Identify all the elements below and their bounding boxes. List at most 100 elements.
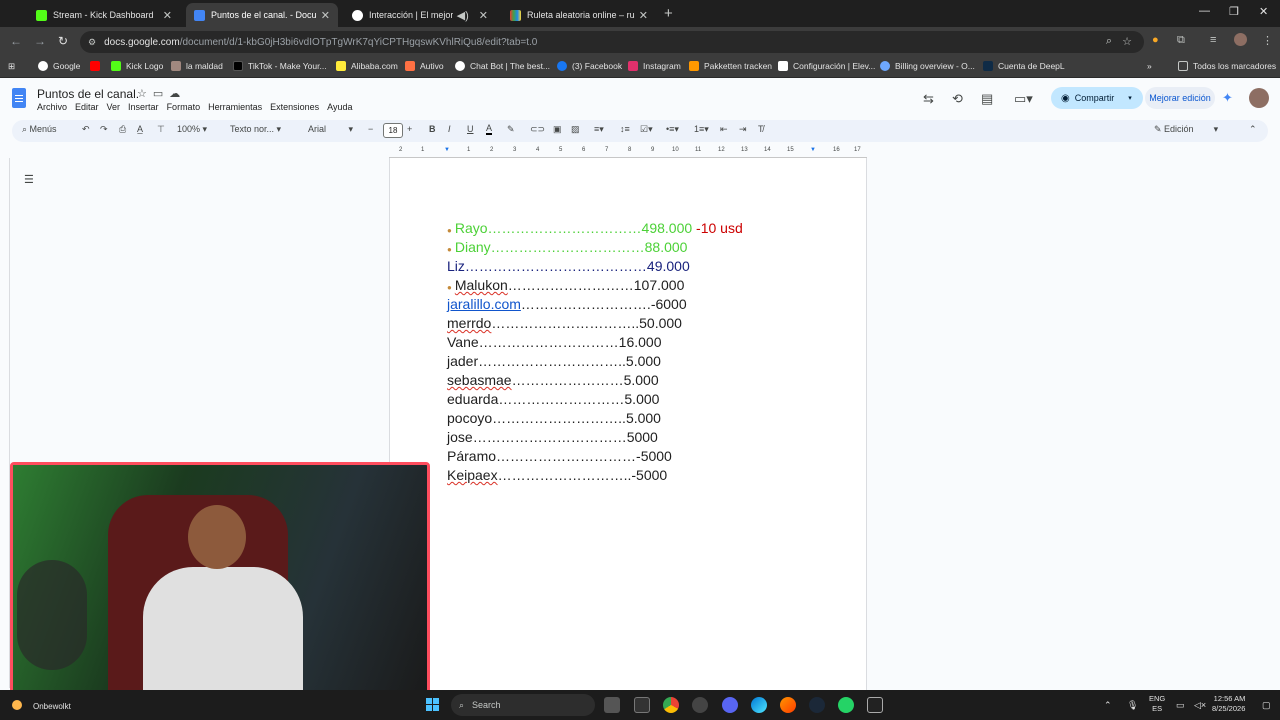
apps-icon[interactable]: ⊞ <box>8 61 15 72</box>
points-line[interactable]: pocoyo………………………..5.000 <box>447 409 661 428</box>
highlight-icon[interactable]: ✎ <box>507 124 515 135</box>
bookmark-pakketten[interactable]: Pakketten tracken <box>689 61 772 71</box>
undo-icon[interactable]: ↶ <box>82 124 90 135</box>
points-line[interactable]: ● Rayo……………………………498.000 -10 usd <box>447 219 743 238</box>
underline-icon[interactable]: U <box>467 124 474 134</box>
weather-label[interactable]: Onbewolkt <box>33 702 71 711</box>
menus-search[interactable]: ⌕ Menús <box>22 124 57 135</box>
menu-editar[interactable]: Editar <box>75 102 99 112</box>
volume-icon[interactable]: ◁× <box>1194 700 1206 711</box>
start-button[interactable] <box>426 698 440 712</box>
microphone-icon[interactable]: 🎙 <box>1127 700 1138 711</box>
bookmark-la-maldad[interactable]: la maldad <box>171 61 223 71</box>
checklist-icon[interactable]: ☑▾ <box>640 124 653 135</box>
edge-icon[interactable] <box>751 697 767 713</box>
tab-google-docs[interactable]: Puntos de el canal. - Document ✕ <box>186 3 338 27</box>
tab-search-icon[interactable]: ≡ <box>1210 34 1216 46</box>
clock[interactable]: 12:56 AM 8/25/2026 <box>1212 694 1245 714</box>
firefox-icon[interactable] <box>780 697 796 713</box>
font-select[interactable]: Arial ▾ <box>308 124 353 135</box>
bookmark-chat-bot[interactable]: Chat Bot | The best... <box>455 61 550 71</box>
points-line[interactable]: Páramo…………………………-5000 <box>447 447 672 466</box>
chevron-down-icon[interactable]: ▾ <box>1128 94 1132 102</box>
meet-icon[interactable]: ▭▾ <box>1014 91 1033 107</box>
menu-insertar[interactable]: Insertar <box>128 102 159 112</box>
bookmark-facebook[interactable]: (3) Facebook <box>557 61 622 71</box>
discord-icon[interactable] <box>722 697 738 713</box>
network-icon[interactable]: ▭ <box>1176 700 1185 711</box>
taskbar-search[interactable]: ⌕ Search <box>451 694 595 716</box>
address-bar[interactable]: ⚙ docs.google.com /document/d/1-kbG0jH3b… <box>80 31 1144 53</box>
bold-icon[interactable]: B <box>429 124 436 134</box>
more-bookmarks-icon[interactable]: » <box>1147 61 1152 71</box>
restore-icon[interactable]: ❐ <box>1229 5 1239 18</box>
menu-archivo[interactable]: Archivo <box>37 102 67 112</box>
points-line[interactable]: ● Malukon………………………107.000 <box>447 276 684 295</box>
menu-herramientas[interactable]: Herramientas <box>208 102 262 112</box>
chrome-menu-icon[interactable]: ⋮ <box>1262 34 1273 47</box>
comments-icon[interactable]: ▤ <box>981 91 993 107</box>
text-color-icon[interactable]: A <box>486 124 493 135</box>
steam-icon[interactable] <box>809 697 825 713</box>
points-line[interactable]: Vane…………………………16.000 <box>447 333 662 352</box>
site-info-icon[interactable]: ⚙ <box>88 37 96 48</box>
link-icon[interactable]: ⊂⊃ <box>530 124 545 135</box>
style-select[interactable]: Texto nor... ▾ <box>230 124 281 135</box>
minimize-icon[interactable]: — <box>1199 5 1210 17</box>
document-outline-icon[interactable]: ☰ <box>24 173 34 186</box>
points-line[interactable]: jader…………………………..5.000 <box>447 352 661 371</box>
insert-image-icon[interactable]: ▨ <box>571 124 580 135</box>
reload-icon[interactable]: ↻ <box>58 34 68 48</box>
align-icon[interactable]: ≡▾ <box>594 124 604 135</box>
user-avatar[interactable] <box>1249 88 1269 108</box>
forward-icon[interactable]: → <box>34 34 46 48</box>
app-icon[interactable] <box>692 697 708 713</box>
history-icon[interactable]: ⟲ <box>952 91 963 107</box>
obs-icon[interactable] <box>867 697 883 713</box>
horizontal-ruler[interactable]: 2 1 ▼ 1 2 3 4 5 6 7 8 9 10 11 12 13 14 1… <box>389 146 867 158</box>
app-icon[interactable] <box>634 697 650 713</box>
bookmark-autivo[interactable]: Autivo <box>405 61 444 71</box>
points-line[interactable]: Keipaex………………………..-5000 <box>447 466 667 485</box>
extensions-puzzle-icon[interactable]: ⧉ <box>1177 34 1185 47</box>
increase-font-icon[interactable]: + <box>407 124 412 134</box>
decrease-font-icon[interactable]: − <box>368 124 373 134</box>
editing-mode-select[interactable]: ✎ Edición ▾ <box>1154 124 1218 135</box>
menu-ver[interactable]: Ver <box>107 102 121 112</box>
chrome-icon[interactable] <box>663 697 679 713</box>
show-hidden-icons[interactable]: ⌃ <box>1104 700 1112 711</box>
points-line[interactable]: Liz…………………………………49.000 <box>447 257 690 276</box>
numbered-list-icon[interactable]: 1≡▾ <box>694 124 709 135</box>
bookmark-youtube[interactable] <box>90 61 105 71</box>
increase-indent-icon[interactable]: ⇥ <box>739 124 747 135</box>
extension-icon[interactable]: ● <box>1152 34 1159 46</box>
decrease-indent-icon[interactable]: ⇤ <box>720 124 728 135</box>
line-spacing-icon[interactable]: ↕≡ <box>620 124 630 134</box>
member-name[interactable]: jaralillo.com <box>447 296 521 312</box>
menu-ayuda[interactable]: Ayuda <box>327 102 352 112</box>
redo-icon[interactable]: ↷ <box>100 124 108 135</box>
menu-formato[interactable]: Formato <box>167 102 201 112</box>
gemini-icon[interactable]: ✦ <box>1222 90 1233 106</box>
font-size-input[interactable]: 18 <box>383 123 403 138</box>
new-tab-button[interactable]: + <box>664 5 673 22</box>
bookmark-kick-logo[interactable]: Kick Logo <box>111 61 163 71</box>
bookmark-tiktok[interactable]: TikTok - Make Your... <box>233 61 327 71</box>
bookmark-alibaba[interactable]: Alibaba.com <box>336 61 398 71</box>
audio-icon[interactable]: ◀) <box>457 9 469 22</box>
back-icon[interactable]: ← <box>10 34 22 48</box>
bookmark-google[interactable]: Google <box>38 61 80 71</box>
points-line[interactable]: jose……………………………5000 <box>447 428 658 447</box>
bookmark-configuracion[interactable]: Configuración | Elev... <box>778 61 875 71</box>
notifications-icon[interactable]: ▢ <box>1262 700 1271 711</box>
cloud-saved-icon[interactable]: ☁ <box>169 88 186 100</box>
document-title[interactable]: Puntos de el canal. <box>37 87 139 101</box>
language-indicator[interactable]: ENG ES <box>1149 694 1165 714</box>
indent-marker-icon[interactable]: ▼ <box>444 147 450 153</box>
close-tab-icon[interactable]: ✕ <box>163 9 172 22</box>
points-line[interactable]: jaralillo.com……………………….-6000 <box>447 295 687 314</box>
whatsapp-icon[interactable] <box>838 697 854 713</box>
task-view-icon[interactable] <box>604 697 620 713</box>
clear-format-icon[interactable]: T̸ <box>758 124 764 134</box>
improve-edition-button[interactable]: Mejorar edición <box>1145 87 1215 109</box>
